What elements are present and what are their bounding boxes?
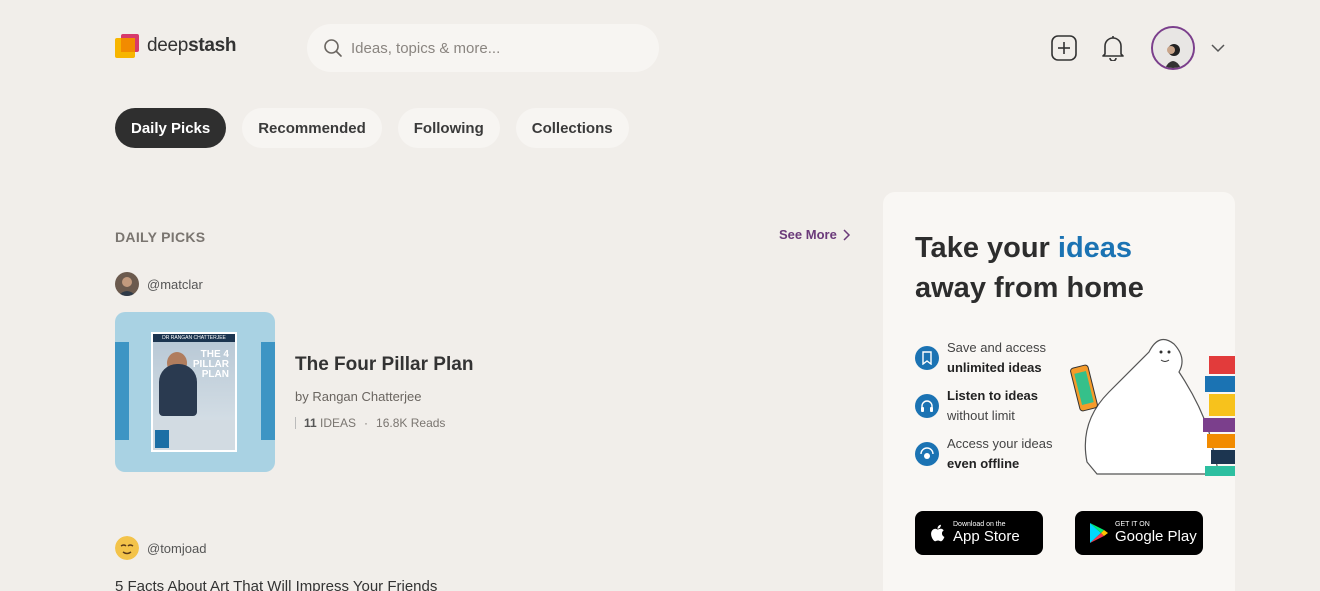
book-cover-thumbnail[interactable]: DR RANGAN CHATTERJEE THE 4 PILLAR PLAN — [115, 312, 275, 472]
promo-feature-listen: Listen to ideas without limit — [915, 386, 1038, 426]
tab-collections[interactable]: Collections — [515, 108, 629, 148]
app-store-big: App Store — [953, 528, 1020, 545]
promo-feature-offline: Access your ideas even offline — [915, 434, 1053, 474]
user-avatar — [115, 536, 139, 560]
pick-title[interactable]: The Four Pillar Plan — [295, 354, 473, 376]
google-play-icon — [1090, 523, 1108, 543]
thumb-decoration — [261, 342, 275, 440]
bell-icon — [1102, 36, 1124, 61]
username: @tomjoad — [147, 540, 207, 556]
reads-count: 16.8K Reads — [376, 416, 446, 430]
app-store-button[interactable]: Download on the App Store — [915, 511, 1043, 555]
google-play-button[interactable]: GET IT ON Google Play — [1075, 511, 1203, 555]
chevron-right-icon — [843, 228, 850, 241]
pick-user-row[interactable]: @tomjoad — [115, 536, 206, 560]
feed-tabs: Daily Picks Recommended Following Collec… — [115, 108, 629, 148]
avatar-image — [1153, 28, 1193, 68]
pick-title[interactable]: 5 Facts About Art That Will Impress Your… — [115, 578, 437, 591]
account-menu-toggle[interactable] — [1210, 40, 1226, 61]
ideas-label: IDEAS — [320, 416, 357, 430]
search-input[interactable] — [351, 39, 631, 57]
tab-following[interactable]: Following — [397, 108, 500, 148]
chevron-down-icon — [1211, 44, 1225, 53]
logo-text: deepstash — [147, 35, 237, 56]
google-play-big: Google Play — [1115, 528, 1197, 545]
promo-feature-save: Save and access unlimited ideas — [915, 338, 1046, 378]
see-more-link[interactable]: See More — [779, 227, 851, 242]
pick-author: by Rangan Chatterjee — [295, 389, 422, 404]
reading-illustration — [1070, 338, 1235, 476]
bookmark-icon — [915, 346, 939, 370]
apple-icon — [931, 524, 945, 542]
notifications-button[interactable] — [1099, 34, 1127, 62]
app-promo-panel: Take your ideas away from home Save and … — [883, 192, 1235, 591]
add-button[interactable] — [1050, 34, 1078, 62]
pick-meta: 11 IDEAS · 16.8K Reads — [295, 416, 445, 430]
see-more-label: See More — [779, 227, 837, 242]
search-bar[interactable] — [307, 24, 659, 72]
section-title: DAILY PICKS — [115, 229, 206, 245]
tab-recommended[interactable]: Recommended — [242, 108, 382, 148]
ideas-count: 11 — [304, 416, 317, 430]
offline-icon — [915, 442, 939, 466]
thumb-decoration — [115, 342, 129, 440]
user-avatar — [115, 272, 139, 296]
pick-user-row[interactable]: @matclar — [115, 272, 203, 296]
tab-daily-picks[interactable]: Daily Picks — [115, 108, 227, 148]
headphones-icon — [915, 394, 939, 418]
book-cover-author: DR RANGAN CHATTERJEE — [153, 334, 235, 342]
book-cover: DR RANGAN CHATTERJEE THE 4 PILLAR PLAN — [151, 332, 237, 452]
logo-mark-icon — [115, 34, 139, 58]
username: @matclar — [147, 276, 203, 292]
book-cover-title: THE 4 PILLAR PLAN — [192, 349, 229, 380]
profile-avatar[interactable] — [1151, 26, 1195, 70]
promo-heading: Take your ideas away from home — [915, 232, 1144, 304]
add-icon — [1051, 35, 1077, 61]
deepstash-logo[interactable]: deepstash — [115, 34, 237, 58]
search-icon — [324, 39, 342, 57]
